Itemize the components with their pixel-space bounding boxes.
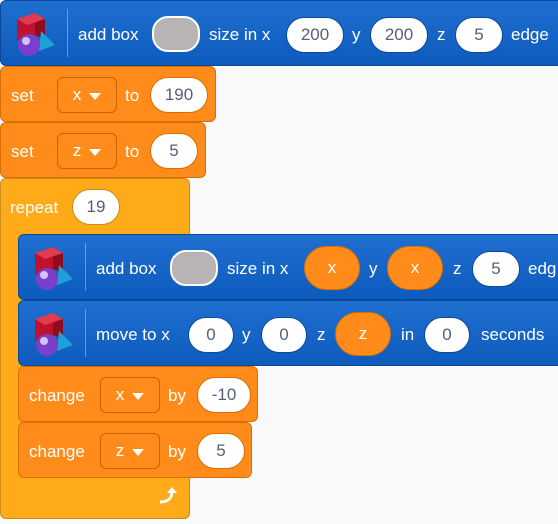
change-label: change — [29, 386, 85, 405]
size-in-x-label: size in x — [227, 259, 289, 278]
to-label: to — [125, 142, 140, 161]
change-x-block[interactable]: change x by -10 — [18, 366, 258, 422]
by-label: by — [168, 386, 186, 405]
chevron-down-icon — [89, 92, 102, 100]
in-label: in — [401, 325, 415, 344]
3d-extension-icon — [17, 13, 55, 56]
z-variable-reporter[interactable]: z — [335, 312, 391, 356]
set-label: set — [11, 142, 34, 161]
move-y-input[interactable]: 0 — [261, 317, 307, 353]
z-label: z — [317, 325, 326, 344]
variable-dropdown-x[interactable]: x — [100, 377, 160, 413]
move-seconds-input[interactable]: 0 — [424, 317, 470, 353]
change-x-value-input[interactable]: -10 — [197, 377, 251, 413]
y-label: y — [369, 259, 378, 278]
change-z-block[interactable]: change z by 5 — [18, 422, 252, 478]
move-to-block[interactable]: move to x 0 y 0 z z in 0 seconds — [18, 300, 558, 366]
add-box-label: add box — [78, 25, 139, 44]
change-label: change — [29, 442, 85, 461]
repeat-count-input[interactable]: 19 — [72, 189, 120, 225]
chevron-down-icon — [132, 448, 145, 456]
add-box-label: add box — [96, 259, 157, 278]
move-x-input[interactable]: 0 — [188, 317, 234, 353]
set-z-value-input[interactable]: 5 — [150, 133, 198, 169]
edge-label: edge — [511, 25, 549, 44]
size-z-input[interactable]: 5 — [472, 251, 520, 287]
move-to-x-label: move to x — [96, 325, 170, 344]
repeat-label: repeat — [10, 198, 59, 217]
chevron-down-icon — [89, 148, 102, 156]
3d-extension-icon — [35, 247, 73, 290]
set-x-block[interactable]: set x to 190 — [0, 66, 216, 122]
seconds-label: seconds — [481, 325, 545, 344]
y-label: y — [242, 325, 251, 344]
add-box-block-top[interactable]: add box size in x 200 y 200 z 5 edge — [0, 0, 558, 66]
3d-extension-icon — [35, 313, 73, 356]
variable-dropdown-z[interactable]: z — [100, 433, 160, 469]
loop-arrow-icon — [159, 487, 177, 504]
size-z-input[interactable]: 5 — [455, 17, 503, 53]
z-label: z — [437, 25, 446, 44]
color-picker[interactable] — [152, 16, 200, 52]
add-box-block-inner[interactable]: add box size in x x y x z 5 edg — [18, 234, 558, 300]
variable-dropdown-z[interactable]: z — [57, 133, 117, 169]
color-picker[interactable] — [170, 250, 218, 286]
x-variable-reporter[interactable]: x — [304, 246, 360, 290]
size-in-x-label: size in x — [209, 25, 271, 44]
size-x-input[interactable]: 200 — [286, 17, 344, 53]
to-label: to — [125, 86, 140, 105]
z-label: z — [453, 259, 462, 278]
y-label: y — [352, 25, 361, 44]
by-label: by — [168, 442, 186, 461]
set-x-value-input[interactable]: 190 — [150, 77, 208, 113]
change-z-value-input[interactable]: 5 — [197, 433, 245, 469]
set-label: set — [11, 86, 34, 105]
set-z-block[interactable]: set z to 5 — [0, 122, 206, 178]
size-y-input[interactable]: 200 — [370, 17, 428, 53]
edge-label: edg — [528, 259, 557, 278]
chevron-down-icon — [132, 392, 145, 400]
variable-dropdown-x[interactable]: x — [57, 77, 117, 113]
x-variable-reporter[interactable]: x — [387, 246, 443, 290]
